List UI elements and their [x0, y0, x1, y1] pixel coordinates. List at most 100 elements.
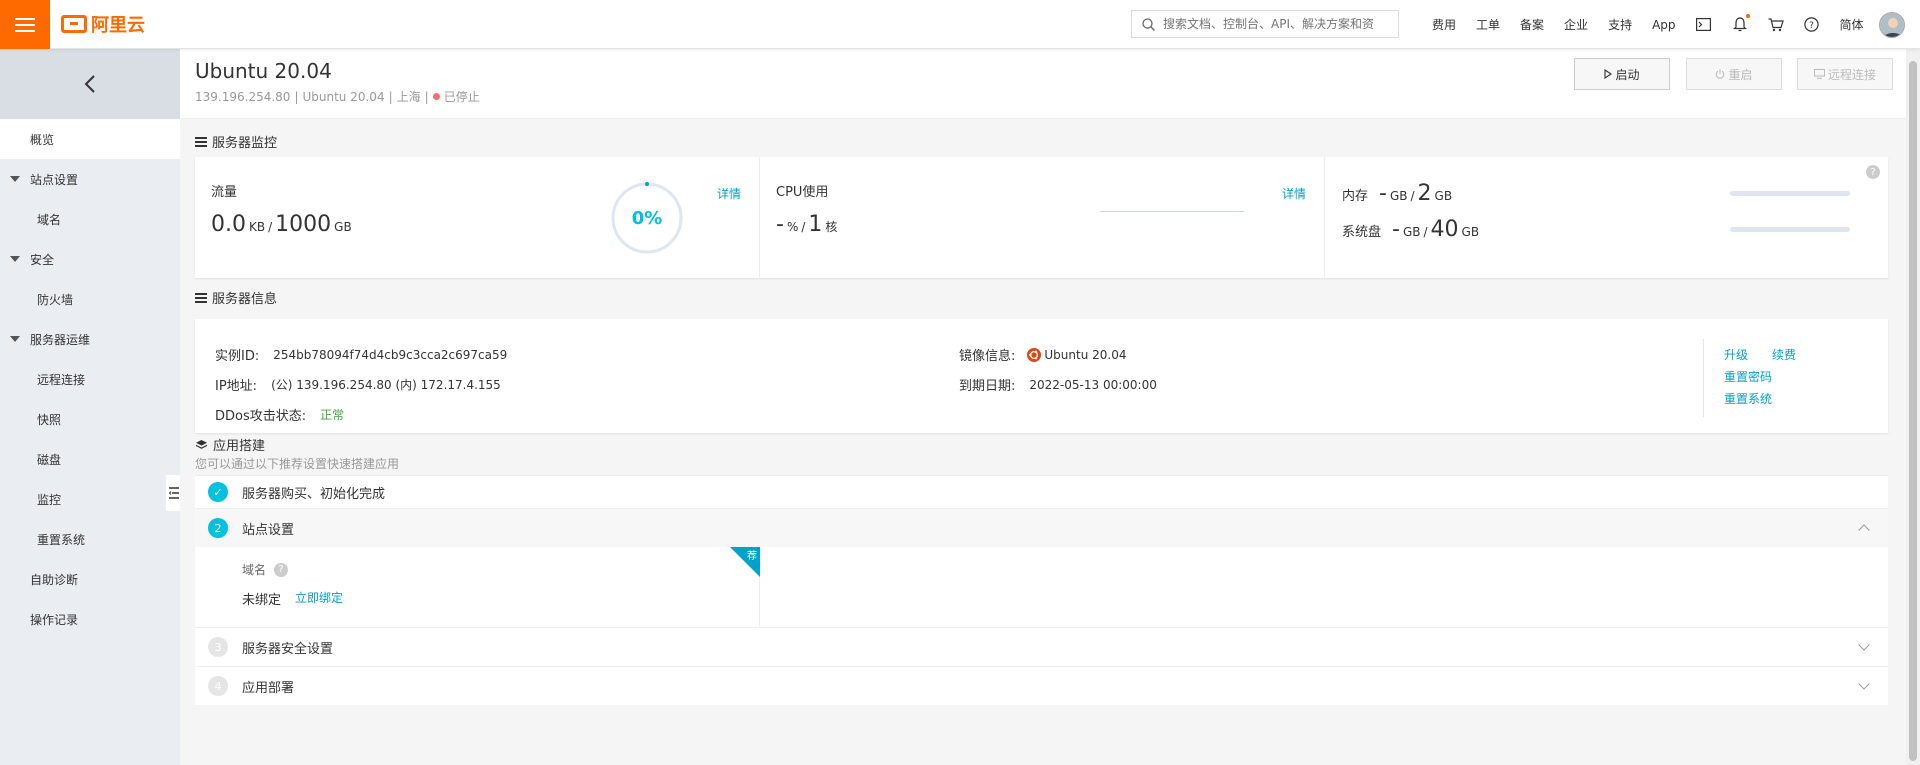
nav-icp[interactable]: 备案	[1520, 16, 1544, 33]
sidebar-group-security[interactable]: 安全	[0, 239, 180, 279]
terminal-icon[interactable]	[1696, 17, 1712, 33]
ddos-status: 正常	[320, 408, 345, 422]
scrollbar-thumb[interactable]	[1909, 61, 1917, 761]
sidebar-item-domain[interactable]: 域名	[0, 199, 180, 239]
domain-status-row: 未绑定 立即绑定	[242, 589, 343, 608]
restart-button[interactable]: 重启	[1686, 58, 1782, 90]
ribbon-text: 荐	[747, 550, 757, 562]
expire-row: 到期日期: 2022-05-13 00:00:00	[959, 375, 1157, 395]
cart-icon[interactable]	[1768, 17, 1784, 33]
sidebar-item-overview[interactable]: 概览	[0, 119, 180, 159]
remote-connect-button[interactable]: 远程连接	[1797, 58, 1893, 90]
bind-domain-link[interactable]: 立即绑定	[295, 589, 343, 608]
instance-id-value: 254bb78094f74d4cb9c3cca2c697ca59	[273, 347, 508, 362]
step-3[interactable]: 3 服务器安全设置	[195, 627, 1888, 666]
nav-enterprise[interactable]: 企业	[1564, 16, 1588, 33]
sidebar: 概览 站点设置 域名 安全 防火墙 服务器运维 远程连接 快照 磁盘 监控 重置…	[0, 49, 180, 765]
renew-link[interactable]: 续费	[1772, 346, 1796, 363]
traffic-gauge: 0%	[611, 182, 683, 254]
sidebar-item-self-diagnosis[interactable]: 自助诊断	[0, 559, 180, 599]
monitor-section-title: 服务器监控	[195, 132, 277, 151]
upgrade-link[interactable]: 升级	[1724, 346, 1748, 363]
start-button-label: 启动	[1615, 67, 1640, 82]
sidebar-item-remote-connect[interactable]: 远程连接	[0, 359, 180, 399]
step-label: 应用部署	[242, 680, 295, 696]
step-4[interactable]: 4 应用部署	[195, 666, 1888, 705]
cpu-unit: %	[786, 220, 799, 234]
menu-line	[15, 29, 35, 32]
memory-usage-bar	[1730, 191, 1850, 196]
nav-fees[interactable]: 费用	[1432, 16, 1456, 33]
sidebar-item-reset-system[interactable]: 重置系统	[0, 519, 180, 559]
stopped-status-dot	[432, 93, 440, 100]
help-circle-icon[interactable]: ?	[274, 562, 289, 577]
sidebar-group-ops[interactable]: 服务器运维	[0, 319, 180, 359]
step-2[interactable]: 2 站点设置	[195, 508, 1888, 547]
sidebar-item-firewall[interactable]: 防火墙	[0, 279, 180, 319]
slash: /	[268, 220, 273, 234]
chevron-down-icon[interactable]	[1858, 678, 1870, 690]
bell-icon[interactable]	[1732, 13, 1750, 33]
traffic-label: 流量	[211, 185, 238, 200]
reset-system-link[interactable]: 重置系统	[1724, 390, 1772, 407]
traffic-detail-link[interactable]: 详情	[717, 185, 741, 202]
nav-tickets[interactable]: 工单	[1476, 16, 1500, 33]
memory-total: 2	[1417, 181, 1432, 206]
aliyun-logo[interactable]: 阿里云	[61, 11, 145, 37]
remote-button-label: 远程连接	[1827, 67, 1876, 82]
logo-text: 阿里云	[91, 15, 145, 36]
nav-app[interactable]: App	[1652, 18, 1675, 32]
recommend-ribbon: 荐	[730, 547, 760, 577]
page-title: Ubuntu 20.04	[195, 59, 332, 83]
image-value-wrap: Ubuntu 20.04	[1027, 347, 1127, 362]
server-info-card: 实例ID: 254bb78094f74d4cb9c3cca2c697ca59 I…	[195, 319, 1888, 433]
image-label: 镜像信息:	[959, 349, 1016, 364]
sidebar-item-operation-log[interactable]: 操作记录	[0, 599, 180, 639]
cpu-detail-link[interactable]: 详情	[1282, 185, 1306, 202]
traffic-used-unit: KB	[249, 220, 266, 234]
step-1[interactable]: ✓ 服务器购买、初始化完成	[195, 475, 1888, 508]
domain-label: 域名	[242, 563, 267, 577]
summary-separator: |	[424, 89, 429, 104]
info-title-text: 服务器信息	[212, 292, 278, 307]
help-circle-icon[interactable]: ?	[1866, 165, 1880, 179]
hamburger-menu-button[interactable]	[0, 0, 50, 49]
language-switch[interactable]: 简体	[1840, 16, 1864, 33]
sidebar-item-disk[interactable]: 磁盘	[0, 439, 180, 479]
step-number: 3	[208, 637, 228, 657]
vertical-scrollbar[interactable]	[1906, 49, 1920, 765]
sidebar-group-site-settings[interactable]: 站点设置	[0, 159, 180, 199]
app-subtitle: 您可以通过以下推荐设置快速搭建应用	[195, 457, 400, 471]
memory-disk-panel: 内存 - GB / 2 GB 系统盘 - GB / 40 GB ?	[1325, 157, 1888, 278]
check-icon: ✓	[208, 482, 228, 502]
expire-label: 到期日期:	[959, 379, 1016, 394]
help-icon[interactable]: ?	[1804, 17, 1820, 33]
image-value: Ubuntu 20.04	[1044, 347, 1127, 362]
sidebar-item-snapshot[interactable]: 快照	[0, 399, 180, 439]
disk-usage-bar	[1730, 227, 1850, 232]
disk-total-unit: GB	[1461, 225, 1480, 239]
user-avatar[interactable]	[1879, 12, 1905, 38]
monitor-icon	[1813, 69, 1825, 79]
chevron-left-icon	[84, 75, 95, 93]
summary-ip: 139.196.254.80	[195, 89, 291, 104]
cpu-panel: CPU使用 - % / 1 核 详情	[760, 157, 1325, 278]
chevron-up-icon[interactable]	[1858, 524, 1870, 536]
slash: /	[1423, 225, 1428, 239]
app-title-text: 应用搭建	[213, 439, 266, 454]
sidebar-item-monitor[interactable]: 监控	[0, 479, 180, 519]
search-input[interactable]	[1163, 17, 1393, 31]
disk-used-unit: GB	[1402, 225, 1421, 239]
reset-password-link[interactable]: 重置密码	[1724, 368, 1772, 385]
global-search[interactable]	[1131, 10, 1399, 38]
nav-support[interactable]: 支持	[1608, 16, 1632, 33]
top-nav: 费用 工单 备案 企业 支持 App ? 简体	[1432, 0, 1884, 49]
memory-used: -	[1379, 181, 1387, 206]
back-button[interactable]	[0, 49, 180, 119]
divider	[1703, 339, 1704, 417]
menu-line	[15, 23, 35, 26]
traffic-percent: 0%	[632, 208, 663, 229]
start-button[interactable]: 启动	[1574, 58, 1670, 90]
chevron-down-icon[interactable]	[1858, 639, 1870, 651]
app-section-title: 应用搭建	[195, 435, 265, 454]
